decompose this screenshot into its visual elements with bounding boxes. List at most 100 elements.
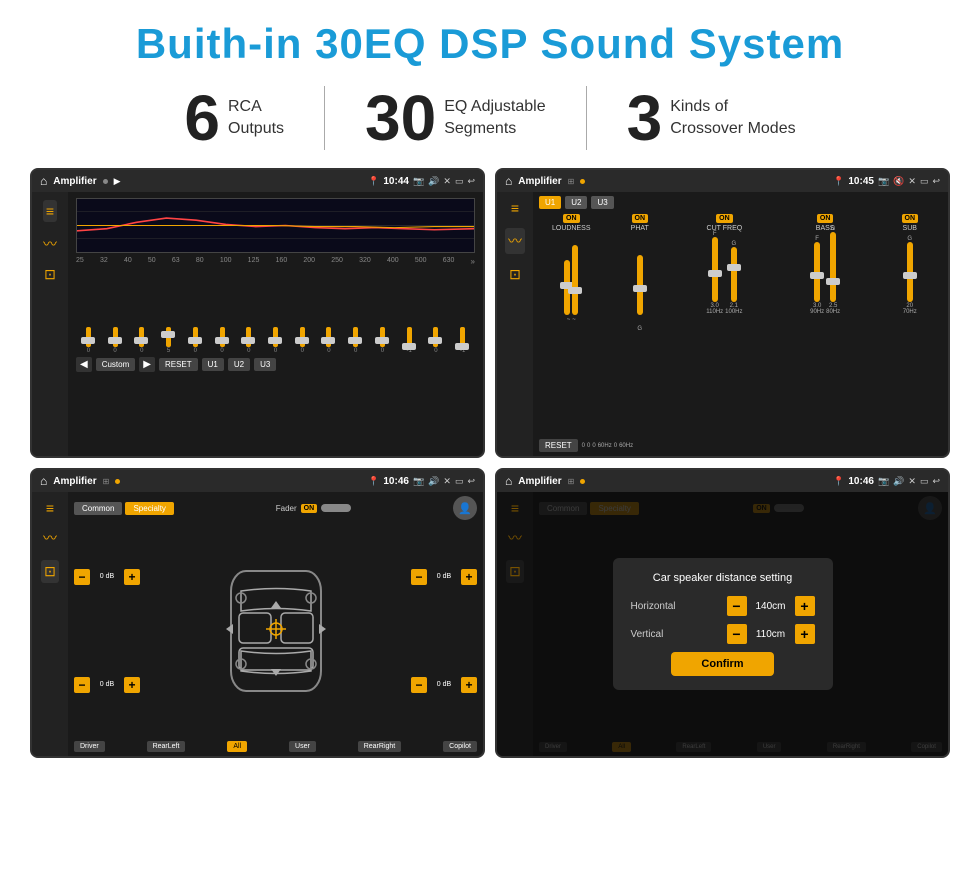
eq-slider-14[interactable]: 0 <box>424 327 449 354</box>
user-btn-3[interactable]: User <box>289 741 316 752</box>
rect-icon-2: ▭ <box>920 176 929 187</box>
bass-slider-1[interactable] <box>814 242 820 302</box>
sub-on-badge[interactable]: ON <box>902 214 919 223</box>
vertical-minus-btn[interactable]: − <box>727 624 747 644</box>
phat-label: PHAT <box>631 225 649 232</box>
specialty-tab[interactable]: Specialty <box>125 502 173 515</box>
confirm-button[interactable]: Confirm <box>671 652 773 676</box>
sub-control: ON SUB G 20 70Hz <box>878 214 943 315</box>
prev-btn[interactable]: ◀ <box>76 357 92 372</box>
spk-tabs: Common Specialty <box>74 502 174 515</box>
loudness-on-badge[interactable]: ON <box>563 214 580 223</box>
status-dot-3 <box>115 479 120 484</box>
eq-slider-1[interactable]: 0 <box>76 327 101 354</box>
reset-btn-1[interactable]: RESET <box>159 358 198 371</box>
eq-icon-2[interactable]: ≡ <box>511 200 519 216</box>
distance-dialog: Car speaker distance setting Horizontal … <box>613 558 833 690</box>
vol-minus-3[interactable]: − <box>411 569 427 585</box>
screen3-body: ≡ 〰 ⊡ Common Specialty Fader ON <box>32 492 483 756</box>
eq-slider-13[interactable]: -1 <box>397 327 422 354</box>
page-title: Buith-in 30EQ DSP Sound System <box>30 20 950 68</box>
screen-amp: ⌂ Amplifier ⊞ 📍 10:45 📷 🔇 ✕ ▭ ↩ ≡ <box>495 168 950 458</box>
u1-preset-btn[interactable]: U1 <box>539 196 561 209</box>
statusbar-3: ⌂ Amplifier ⊞ 📍 10:46 📷 🔊 ✕ ▭ ↩ <box>32 470 483 492</box>
all-btn[interactable]: All <box>227 741 247 752</box>
status-dot-1 <box>103 179 108 184</box>
sub-slider-1[interactable] <box>907 242 913 302</box>
vol-minus-1[interactable]: − <box>74 569 90 585</box>
phat-slider-1[interactable] <box>637 255 643 315</box>
pin-icon-3: 📍 <box>368 476 379 487</box>
eq-slider-4[interactable]: 5 <box>156 327 181 354</box>
vol-plus-4[interactable]: + <box>461 677 477 693</box>
home-icon-3[interactable]: ⌂ <box>40 474 47 488</box>
eq-slider-10[interactable]: 0 <box>317 327 342 354</box>
statusbar-3-left: ⌂ Amplifier ⊞ <box>40 474 120 488</box>
speaker-icon-2[interactable]: ⊡ <box>509 266 521 283</box>
speaker-icon[interactable]: ⊡ <box>44 266 56 283</box>
horizontal-plus-btn[interactable]: + <box>795 596 815 616</box>
u3-preset-btn[interactable]: U3 <box>591 196 613 209</box>
reset-btn-2[interactable]: RESET <box>539 439 578 452</box>
eq-icon-3[interactable]: ≡ <box>46 500 54 516</box>
u1-btn-1[interactable]: U1 <box>202 358 224 371</box>
sub-sliders: G 20 70Hz <box>903 235 917 315</box>
wave-icon[interactable]: 〰 <box>43 234 57 254</box>
loudness-slider-2[interactable] <box>572 245 578 315</box>
eq-slider-2[interactable]: 0 <box>103 327 128 354</box>
common-tab[interactable]: Common <box>74 502 122 515</box>
wave-icon-2[interactable]: 〰 <box>505 228 525 254</box>
eq-slider-8[interactable]: 0 <box>263 327 288 354</box>
eq-slider-6[interactable]: 0 <box>210 327 235 354</box>
eq-icon[interactable]: ≡ <box>43 200 57 222</box>
eq-slider-3[interactable]: 0 <box>129 327 154 354</box>
home-icon-1[interactable]: ⌂ <box>40 174 47 188</box>
car-diagram <box>145 524 406 737</box>
vol-minus-4[interactable]: − <box>411 677 427 693</box>
vol-plus-3[interactable]: + <box>461 569 477 585</box>
vertical-plus-btn[interactable]: + <box>795 624 815 644</box>
rearleft-btn[interactable]: RearLeft <box>147 741 186 752</box>
statusbar-4: ⌂ Amplifier ⊞ 📍 10:46 📷 🔊 ✕ ▭ ↩ <box>497 470 948 492</box>
vertical-value: 110cm <box>751 629 791 640</box>
cam-icon-1: 📷 <box>413 176 424 187</box>
screen-speaker: ⌂ Amplifier ⊞ 📍 10:46 📷 🔊 ✕ ▭ ↩ ≡ <box>30 468 485 758</box>
u2-btn-1[interactable]: U2 <box>228 358 250 371</box>
rearright-btn[interactable]: RearRight <box>358 741 402 752</box>
screen-distance: ⌂ Amplifier ⊞ 📍 10:46 📷 🔊 ✕ ▭ ↩ <box>495 468 950 758</box>
speaker-icon-3[interactable]: ⊡ <box>41 560 59 583</box>
custom-btn[interactable]: Custom <box>96 358 136 371</box>
wave-icon-3[interactable]: 〰 <box>43 528 57 548</box>
bass-on-badge[interactable]: ON <box>817 214 834 223</box>
vol-plus-1[interactable]: + <box>124 569 140 585</box>
copilot-btn[interactable]: Copilot <box>443 741 477 752</box>
eq-slider-15[interactable]: -1 <box>450 327 475 354</box>
home-icon-2[interactable]: ⌂ <box>505 174 512 188</box>
eq-slider-11[interactable]: 0 <box>343 327 368 354</box>
phat-on-badge[interactable]: ON <box>632 214 649 223</box>
eq-slider-12[interactable]: 0 <box>370 327 395 354</box>
next-btn[interactable]: ▶ <box>139 357 155 372</box>
vol-minus-2[interactable]: − <box>74 677 90 693</box>
feature-crossover: 3 Kinds ofCrossover Modes <box>587 86 836 150</box>
u3-btn-1[interactable]: U3 <box>254 358 276 371</box>
u2-preset-btn[interactable]: U2 <box>565 196 587 209</box>
eq-slider-5[interactable]: 0 <box>183 327 208 354</box>
vol-icon-2: 🔇 <box>893 176 904 187</box>
horizontal-minus-btn[interactable]: − <box>727 596 747 616</box>
home-icon-4[interactable]: ⌂ <box>505 474 512 488</box>
fader-slider[interactable] <box>321 504 351 512</box>
bass-slider-2[interactable] <box>830 232 836 302</box>
cutfreq-slider-2[interactable] <box>731 247 737 302</box>
time-3: 10:46 <box>383 476 409 487</box>
fader-on-badge[interactable]: ON <box>301 504 318 513</box>
cutfreq-on-badge[interactable]: ON <box>716 214 733 223</box>
eq-slider-9[interactable]: 0 <box>290 327 315 354</box>
back-icon-2: ↩ <box>932 176 940 187</box>
features-row: 6 RCAOutputs 30 EQ AdjustableSegments 3 … <box>30 86 950 150</box>
screen1-body: ≡ 〰 ⊡ <box>32 192 483 456</box>
driver-btn[interactable]: Driver <box>74 741 105 752</box>
cutfreq-slider-1[interactable] <box>712 237 718 302</box>
eq-slider-7[interactable]: 0 <box>236 327 261 354</box>
vol-plus-2[interactable]: + <box>124 677 140 693</box>
